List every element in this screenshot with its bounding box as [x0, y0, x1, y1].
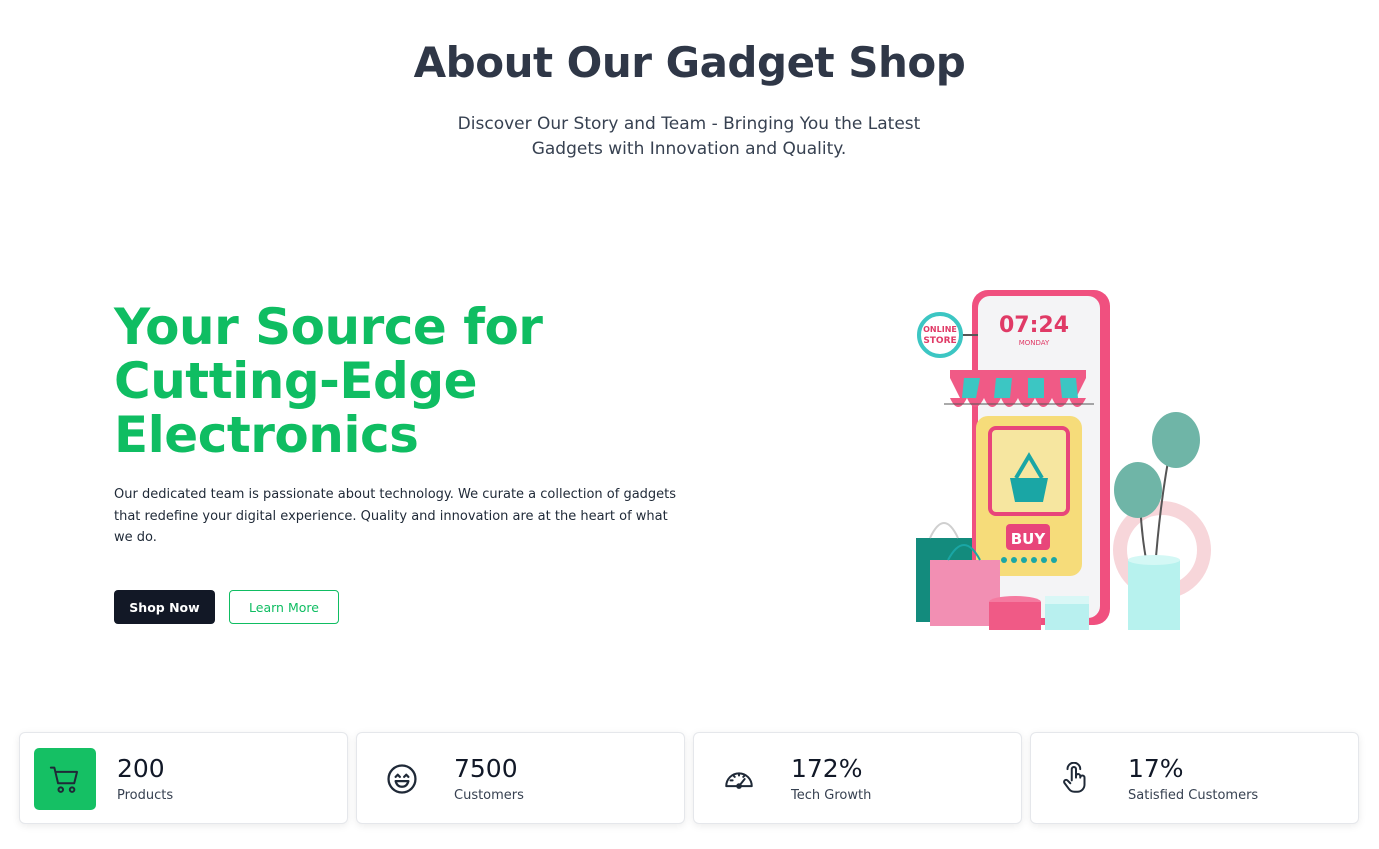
stat-label: Satisfied Customers	[1128, 788, 1259, 803]
stat-icon-box	[708, 748, 770, 810]
shop-now-button[interactable]: Shop Now	[114, 590, 215, 624]
page-title: About Our Gadget Shop	[413, 38, 966, 87]
phone-time: 07:24	[999, 313, 1069, 338]
hero-description: Our dedicated team is passionate about t…	[114, 487, 677, 545]
sign-line1: ONLINE	[923, 325, 957, 334]
cart-icon	[49, 766, 79, 793]
plant-leaf	[1152, 412, 1200, 468]
buy-label: BUY	[1011, 530, 1047, 548]
stat-label: Customers	[454, 788, 524, 803]
online-store-illustration: 07:24 MONDAY BUY ONLINE STORE	[916, 290, 1211, 630]
smile-icon	[387, 764, 417, 794]
stat-card-satisfied-customers: 17% Satisfied Customers	[1030, 732, 1359, 824]
stat-label: Products	[117, 788, 174, 803]
page-subtitle: Discover Our Story and Team - Bringing Y…	[457, 114, 921, 159]
mint-box	[1045, 600, 1089, 630]
stat-value: 172%	[791, 754, 863, 783]
online-store-sign	[917, 312, 963, 358]
stat-icon-box	[1045, 748, 1107, 810]
stat-value: 200	[117, 754, 165, 783]
stat-card-products: 200 Products	[19, 732, 348, 824]
hero-heading: Your Source for Cutting-Edge Electronics	[114, 298, 543, 464]
pink-box	[989, 602, 1041, 630]
stat-value: 7500	[454, 754, 518, 783]
hand-pointer-icon	[1063, 762, 1086, 793]
phone-day: MONDAY	[1019, 339, 1050, 347]
basket-icon	[1010, 478, 1048, 502]
stat-icon-box	[34, 748, 96, 810]
stat-card-tech-growth: 172% Tech Growth	[693, 732, 1022, 824]
speedometer-icon	[725, 772, 753, 789]
stat-icon-box	[371, 748, 433, 810]
stat-card-customers: 7500 Customers	[356, 732, 685, 824]
sign-line2: STORE	[923, 336, 956, 346]
stat-label: Tech Growth	[791, 788, 872, 803]
stat-value: 17%	[1128, 754, 1184, 783]
learn-more-button[interactable]: Learn More	[229, 590, 339, 624]
plant-pot	[1128, 560, 1180, 630]
